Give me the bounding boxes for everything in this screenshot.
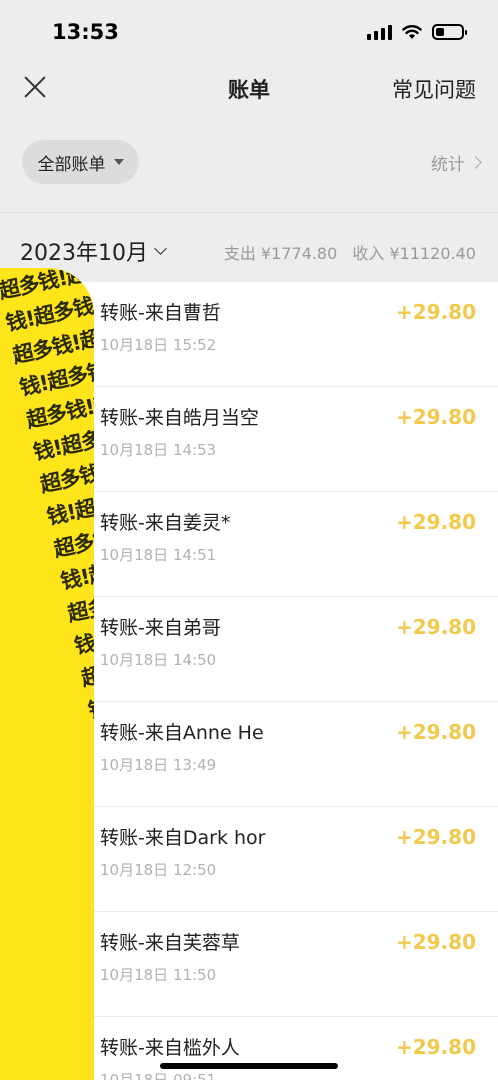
transaction-amount: +29.80 <box>395 615 476 639</box>
stats-link[interactable]: 统计 <box>431 150 482 175</box>
transaction-amount: +29.80 <box>395 825 476 849</box>
transaction-title: 转账-来自芙蓉草 <box>100 932 240 954</box>
transaction-time: 10月18日 12:50 <box>100 861 217 879</box>
transaction-amount: +29.80 <box>395 300 476 324</box>
wifi-icon <box>402 25 422 39</box>
bill-filter-label: 全部账单 <box>37 154 106 175</box>
transaction-amount: +29.80 <box>395 930 476 954</box>
transaction-amount: +29.80 <box>395 1035 476 1059</box>
status-icons <box>367 24 467 40</box>
transaction-title: 转账-来自槛外人 <box>100 1037 240 1059</box>
status-bar: 13:53 <box>0 0 498 64</box>
transaction-time: 10月18日 14:50 <box>100 651 217 669</box>
faq-button[interactable]: 常见问题 <box>392 74 476 104</box>
month-label: 2023年10月 <box>20 241 148 266</box>
bill-filter-button[interactable]: 全部账单 <box>22 140 139 184</box>
expense-total: 支出 ¥1774.80 <box>223 244 338 263</box>
transaction-title: 转账-来自弟哥 <box>100 617 221 639</box>
transaction-time: 10月18日 13:49 <box>100 756 217 774</box>
chevron-right-icon <box>469 156 482 169</box>
chevron-down-icon <box>154 241 167 255</box>
status-time: 13:53 <box>52 20 119 44</box>
income-total: 收入 ¥11120.40 <box>352 244 476 263</box>
sticker-text: 超多钱!超多钱!超多钱!超多钱!超多钱!超多钱!超多钱!超多钱!超多钱!超多钱!… <box>0 268 94 755</box>
transaction-time: 10月18日 14:53 <box>100 441 217 459</box>
transaction-amount: +29.80 <box>395 510 476 534</box>
home-indicator <box>160 1063 338 1069</box>
nav-bar: 账单 常见问题 <box>0 64 498 114</box>
transaction-title: 转账-来自曹哲 <box>100 302 221 324</box>
transaction-time: 10月18日 15:52 <box>100 336 217 354</box>
transaction-amount: +29.80 <box>395 405 476 429</box>
transaction-title: 转账-来自皓月当空 <box>100 407 259 429</box>
month-summary: 支出 ¥1774.80 收入 ¥11120.40 <box>214 240 476 264</box>
transaction-time: 10月18日 14:51 <box>100 546 217 564</box>
transaction-amount: +29.80 <box>395 720 476 744</box>
battery-icon <box>432 24 467 40</box>
month-selector[interactable]: 2023年10月 <box>20 235 167 267</box>
transaction-time: 10月18日 11:50 <box>100 966 217 984</box>
money-sticker-overlay: 超多钱!超多钱!超多钱!超多钱!超多钱!超多钱!超多钱!超多钱!超多钱!超多钱!… <box>0 268 94 1080</box>
stats-label: 统计 <box>431 155 465 175</box>
transaction-title: 转账-来自姜灵* <box>100 512 231 534</box>
signal-icon <box>367 24 392 40</box>
transaction-title: 转账-来自Dark hor <box>100 827 266 849</box>
transaction-time: 10月18日 09:51 <box>100 1071 217 1080</box>
transaction-title: 转账-来自Anne He <box>100 722 264 744</box>
caret-down-icon <box>113 159 124 165</box>
